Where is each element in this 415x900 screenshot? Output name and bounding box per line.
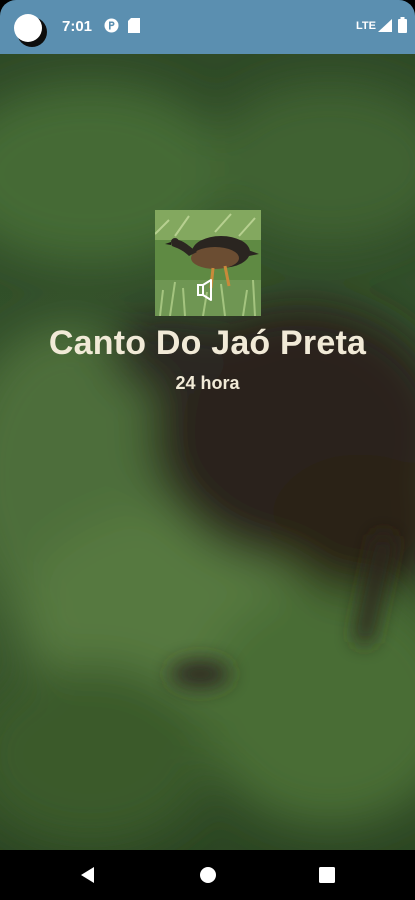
avatar-icon xyxy=(14,14,47,47)
background-image xyxy=(0,54,415,850)
status-bar: 7:01 LTE xyxy=(0,0,415,54)
sd-card-icon xyxy=(128,18,140,33)
signal-icon xyxy=(378,19,392,32)
back-icon[interactable] xyxy=(79,866,97,884)
speaker-icon[interactable] xyxy=(194,278,218,302)
status-time: 7:01 xyxy=(62,18,93,35)
duration-label: 24 hora xyxy=(175,373,240,393)
page-title: Canto Do Jaó Preta xyxy=(48,324,367,362)
home-icon[interactable] xyxy=(199,866,217,884)
navigation-bar xyxy=(0,850,415,900)
network-type: LTE xyxy=(356,20,376,32)
recents-icon[interactable] xyxy=(318,866,336,884)
phone-screen: 7:01 LTE Canto Do Jaó Preta 24 hora xyxy=(0,0,415,900)
battery-icon xyxy=(398,17,407,33)
p-badge-icon xyxy=(104,18,119,33)
